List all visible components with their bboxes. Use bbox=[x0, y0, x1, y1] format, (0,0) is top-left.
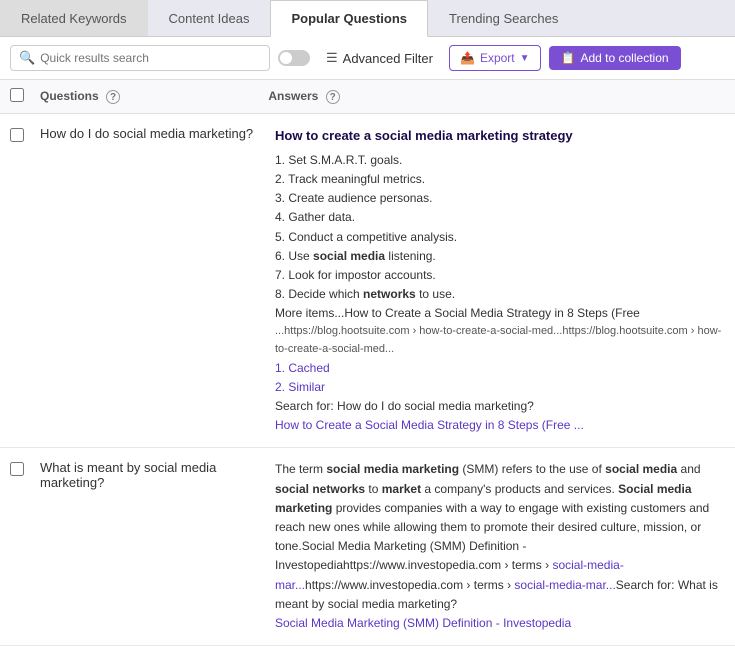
search-input[interactable] bbox=[40, 51, 261, 65]
row1-answer-link[interactable]: How to Create a Social Media Strategy in… bbox=[275, 418, 584, 432]
search-box: 🔍 bbox=[10, 45, 270, 71]
export-icon: 📤 bbox=[460, 51, 475, 65]
tabs-bar: Related Keywords Content Ideas Popular Q… bbox=[0, 0, 735, 37]
collection-icon: 📋 bbox=[561, 51, 576, 65]
row1-cached[interactable]: 1. Cached bbox=[275, 359, 725, 378]
row1-line1: 1. Set S.M.A.R.T. goals. bbox=[275, 151, 725, 170]
row1-checkbox-col bbox=[10, 126, 40, 145]
export-button[interactable]: 📤 Export ▼ bbox=[449, 45, 541, 71]
row2-question: What is meant by social media marketing? bbox=[40, 460, 275, 490]
table-container: Questions ? Answers ? How do I do social… bbox=[0, 80, 735, 646]
table-row: How do I do social media marketing? How … bbox=[0, 114, 735, 448]
row1-more: More items...How to Create a Social Medi… bbox=[275, 304, 725, 323]
tab-related-keywords[interactable]: Related Keywords bbox=[0, 0, 148, 36]
row1-url: ...https://blog.hootsuite.com › how-to-c… bbox=[275, 323, 725, 358]
tab-trending-searches[interactable]: Trending Searches bbox=[428, 0, 579, 36]
filter-icon: ☰ bbox=[326, 50, 338, 66]
select-all-checkbox[interactable] bbox=[10, 88, 24, 102]
row1-line6: 6. Use social media listening. bbox=[275, 247, 725, 266]
table-row: What is meant by social media marketing?… bbox=[0, 448, 735, 646]
row2-answer-link[interactable]: Social Media Marketing (SMM) Definition … bbox=[275, 616, 571, 630]
table-header: Questions ? Answers ? bbox=[0, 80, 735, 114]
advanced-toggle[interactable] bbox=[278, 50, 310, 66]
row1-answer: How to create a social media marketing s… bbox=[275, 126, 725, 435]
chevron-down-icon: ▼ bbox=[520, 53, 530, 64]
row1-line7: 7. Look for impostor accounts. bbox=[275, 266, 725, 285]
row1-answer-title: How to create a social media marketing s… bbox=[275, 126, 725, 147]
add-collection-label: Add to collection bbox=[580, 51, 668, 65]
row1-line3: 3. Create audience personas. bbox=[275, 189, 725, 208]
tab-content-ideas[interactable]: Content Ideas bbox=[148, 0, 271, 36]
row2-answer: The term social media marketing (SMM) re… bbox=[275, 460, 725, 633]
add-to-collection-button[interactable]: 📋 Add to collection bbox=[549, 46, 681, 70]
col-answers-header: Answers ? bbox=[268, 89, 725, 105]
row1-line5: 5. Conduct a competitive analysis. bbox=[275, 228, 725, 247]
row2-checkbox-col bbox=[10, 460, 40, 479]
row1-search-for: Search for: How do I do social media mar… bbox=[275, 397, 725, 416]
row1-similar[interactable]: 2. Similar bbox=[275, 378, 725, 397]
answers-help-icon[interactable]: ? bbox=[326, 90, 340, 104]
row1-checkbox[interactable] bbox=[10, 128, 24, 142]
row1-question: How do I do social media marketing? bbox=[40, 126, 275, 141]
row2-body: The term social media marketing (SMM) re… bbox=[275, 462, 718, 610]
row1-line2: 2. Track meaningful metrics. bbox=[275, 170, 725, 189]
header-checkbox-col bbox=[10, 88, 40, 105]
row1-line4: 4. Gather data. bbox=[275, 208, 725, 227]
search-icon: 🔍 bbox=[19, 50, 35, 66]
row1-line8: 8. Decide which networks to use. bbox=[275, 285, 725, 304]
advanced-filter-label: Advanced Filter bbox=[343, 51, 433, 66]
tab-popular-questions[interactable]: Popular Questions bbox=[270, 0, 428, 37]
toggle-wrap bbox=[278, 50, 310, 66]
row2-checkbox[interactable] bbox=[10, 462, 24, 476]
col-questions-header: Questions ? bbox=[40, 89, 268, 105]
questions-help-icon[interactable]: ? bbox=[106, 90, 120, 104]
export-label: Export bbox=[480, 51, 515, 65]
toolbar: 🔍 ☰ Advanced Filter 📤 Export ▼ 📋 Add to … bbox=[0, 37, 735, 80]
advanced-filter-button[interactable]: ☰ Advanced Filter bbox=[318, 46, 441, 70]
